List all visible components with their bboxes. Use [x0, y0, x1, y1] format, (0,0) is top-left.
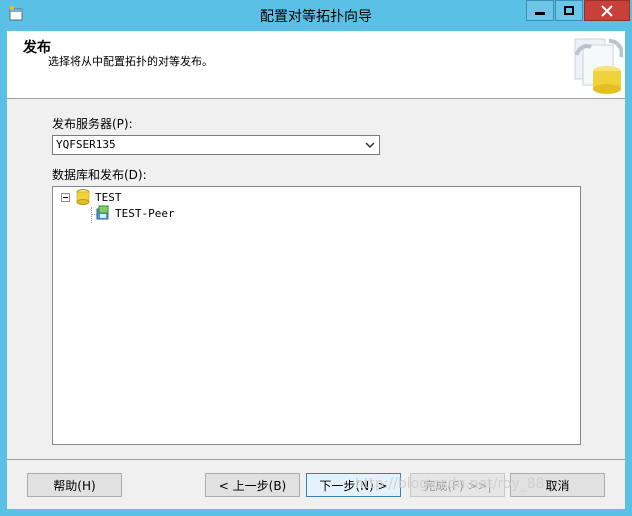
collapse-icon[interactable]: [61, 192, 70, 202]
back-button[interactable]: < 上一步(B): [205, 473, 300, 497]
help-button[interactable]: 帮助(H): [27, 473, 122, 497]
page-title: 发布: [23, 40, 51, 56]
tree-node-label: TEST: [95, 190, 122, 204]
database-icon: [76, 189, 90, 205]
tree-node-label: TEST-Peer: [115, 206, 175, 220]
publisher-label: 发布服务器(P):: [52, 117, 133, 131]
publication-wizard-icon: [574, 38, 623, 94]
minimize-button[interactable]: [526, 0, 554, 21]
wizard-window: 配置对等拓扑向导 发布 选择将从中配置拓扑的对等发布。 发布服务器(P): YQ…: [0, 0, 632, 516]
database-publication-tree[interactable]: TEST TEST-Peer: [52, 186, 581, 445]
maximize-icon: [564, 6, 574, 15]
chevron-down-icon: [365, 142, 375, 149]
minimize-icon: [535, 12, 545, 15]
databases-label: 数据库和发布(D):: [52, 168, 147, 182]
close-button[interactable]: [584, 0, 630, 21]
wizard-header: 发布 选择将从中配置拓扑的对等发布。: [7, 31, 625, 99]
page-description: 选择将从中配置拓扑的对等发布。: [48, 55, 213, 68]
close-icon: [601, 4, 613, 17]
publisher-server-dropdown[interactable]: YQFSER135: [52, 135, 380, 155]
title-bar[interactable]: 配置对等拓扑向导: [0, 0, 632, 30]
tree-node-publication[interactable]: TEST-Peer: [95, 205, 175, 221]
publisher-server-value: YQFSER135: [56, 138, 116, 151]
maximize-button[interactable]: [555, 0, 583, 21]
footer-divider: [7, 459, 625, 460]
wizard-client-area: 发布 选择将从中配置拓扑的对等发布。 发布服务器(P): YQFSER135 数…: [7, 31, 625, 509]
publication-icon: [96, 205, 109, 220]
watermark-text: http://blog.csdn.net/roy_88: [355, 476, 545, 492]
tree-node-database[interactable]: TEST: [61, 189, 122, 205]
